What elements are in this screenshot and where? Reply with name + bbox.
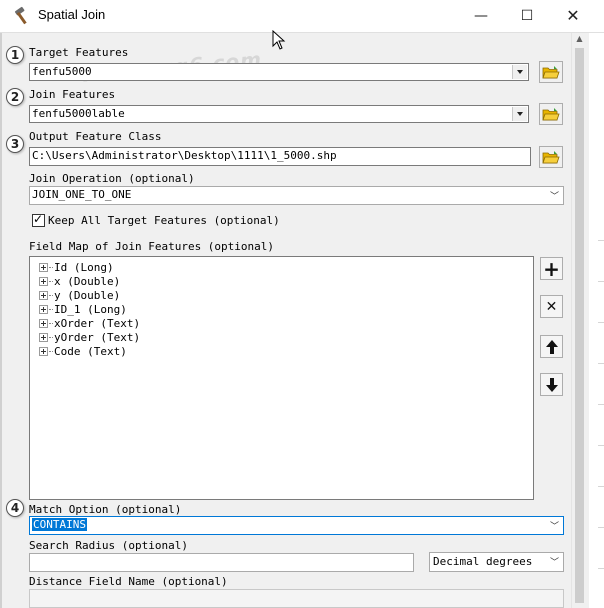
chevron-down-icon[interactable]: ﹀ <box>550 189 559 204</box>
tree-item[interactable]: yOrder (Text) <box>39 330 140 344</box>
search-radius-input[interactable] <box>29 553 414 572</box>
keep-all-label[interactable]: Keep All Target Features (optional) <box>48 214 280 227</box>
target-features-label: Target Features <box>29 46 129 59</box>
tree-item[interactable]: ID_1 (Long) <box>39 302 127 316</box>
add-field-button[interactable]: + <box>540 256 563 281</box>
tree-item[interactable]: y (Double) <box>39 288 120 302</box>
window-title: Spatial Join <box>38 7 106 22</box>
match-option-dropdown[interactable]: CONTAINS ﹀ <box>29 516 564 535</box>
tree-item-label: yOrder (Text) <box>54 330 141 344</box>
close-button[interactable]: ✕ <box>550 0 596 31</box>
open-folder-icon <box>542 107 560 120</box>
tree-item-label: Id (Long) <box>54 260 114 274</box>
arrow-up-icon <box>545 339 558 354</box>
tree-item[interactable]: xOrder (Text) <box>39 316 140 330</box>
mouse-pointer-icon <box>272 30 286 50</box>
join-features-dropdown[interactable]: fenfu5000lable <box>29 105 529 123</box>
minimize-button[interactable]: — <box>458 0 504 31</box>
output-feature-class-label: Output Feature Class <box>29 130 162 143</box>
tree-item-label: Code (Text) <box>54 344 127 358</box>
background-window-lines <box>598 200 604 600</box>
expand-plus-icon[interactable] <box>39 304 48 314</box>
search-radius-units-dropdown[interactable]: Decimal degrees ﹀ <box>429 552 564 572</box>
match-option-value: CONTAINS <box>32 518 87 531</box>
tree-item-label: xOrder (Text) <box>54 316 141 330</box>
expand-plus-icon[interactable] <box>39 262 48 272</box>
move-down-button[interactable] <box>540 373 563 396</box>
join-operation-value: JOIN_ONE_TO_ONE <box>32 188 132 201</box>
checkmark-icon: ✓ <box>33 212 44 226</box>
join-features-label: Join Features <box>29 88 116 101</box>
expand-plus-icon[interactable] <box>39 276 48 286</box>
tree-item[interactable]: Id (Long) <box>39 260 114 274</box>
expand-plus-icon[interactable] <box>39 346 48 356</box>
open-folder-icon <box>542 65 560 78</box>
keep-all-checkbox[interactable]: ✓ <box>32 212 45 227</box>
expand-plus-icon[interactable] <box>39 332 48 342</box>
expand-plus-icon[interactable] <box>39 318 48 328</box>
search-radius-units-value: Decimal degrees <box>433 555 533 568</box>
step-badge-3: 3 <box>6 135 24 153</box>
chevron-down-icon[interactable]: ﹀ <box>550 554 559 572</box>
join-operation-label: Join Operation (optional) <box>29 172 195 185</box>
hammer-icon <box>14 6 27 25</box>
join-features-value: fenfu5000lable <box>32 107 125 120</box>
step-badge-2: 2 <box>6 88 24 106</box>
field-map-label: Field Map of Join Features (optional) <box>29 240 275 253</box>
tree-item-label: x (Double) <box>54 274 121 288</box>
move-up-button[interactable] <box>540 335 563 358</box>
output-feature-class-browse-button[interactable] <box>539 146 563 168</box>
tree-item[interactable]: Code (Text) <box>39 344 127 358</box>
target-features-dropdown[interactable]: fenfu5000 <box>29 63 529 81</box>
dropdown-arrow-icon[interactable] <box>512 107 527 121</box>
scrollbar-thumb[interactable] <box>575 48 584 603</box>
step-badge-4: 4 <box>6 499 24 517</box>
title-bar: Spatial Join — ☐ ✕ <box>0 0 604 33</box>
scroll-up-arrow-icon[interactable]: ▲ <box>574 34 585 44</box>
left-border <box>0 33 2 608</box>
chevron-down-icon[interactable]: ﹀ <box>550 519 559 534</box>
arrow-down-icon <box>545 377 558 392</box>
target-features-value: fenfu5000 <box>32 65 92 78</box>
dropdown-arrow-icon[interactable] <box>512 65 527 79</box>
tree-item-label: ID_1 (Long) <box>54 302 127 316</box>
maximize-button[interactable]: ☐ <box>504 0 550 31</box>
expand-plus-icon[interactable] <box>39 290 48 300</box>
distance-field-label: Distance Field Name (optional) <box>29 575 228 588</box>
search-radius-label: Search Radius (optional) <box>29 539 188 552</box>
plus-icon: + <box>543 256 560 281</box>
field-map-tree[interactable]: Id (Long) x (Double) y (Double) ID_1 (Lo… <box>29 256 534 500</box>
delete-x-icon: ✕ <box>545 298 558 315</box>
distance-field-input[interactable] <box>29 589 564 608</box>
step-badge-1: 1 <box>6 46 24 64</box>
join-operation-dropdown[interactable]: JOIN_ONE_TO_ONE ﹀ <box>29 186 564 205</box>
tree-item-label: y (Double) <box>54 288 121 302</box>
tree-item[interactable]: x (Double) <box>39 274 120 288</box>
match-option-label: Match Option (optional) <box>29 503 182 516</box>
output-feature-class-input[interactable]: C:\Users\Administrator\Desktop\1111\1_50… <box>29 147 531 166</box>
open-folder-icon <box>542 150 560 163</box>
join-features-browse-button[interactable] <box>539 103 563 125</box>
target-features-browse-button[interactable] <box>539 61 563 83</box>
remove-field-button[interactable]: ✕ <box>540 295 563 318</box>
